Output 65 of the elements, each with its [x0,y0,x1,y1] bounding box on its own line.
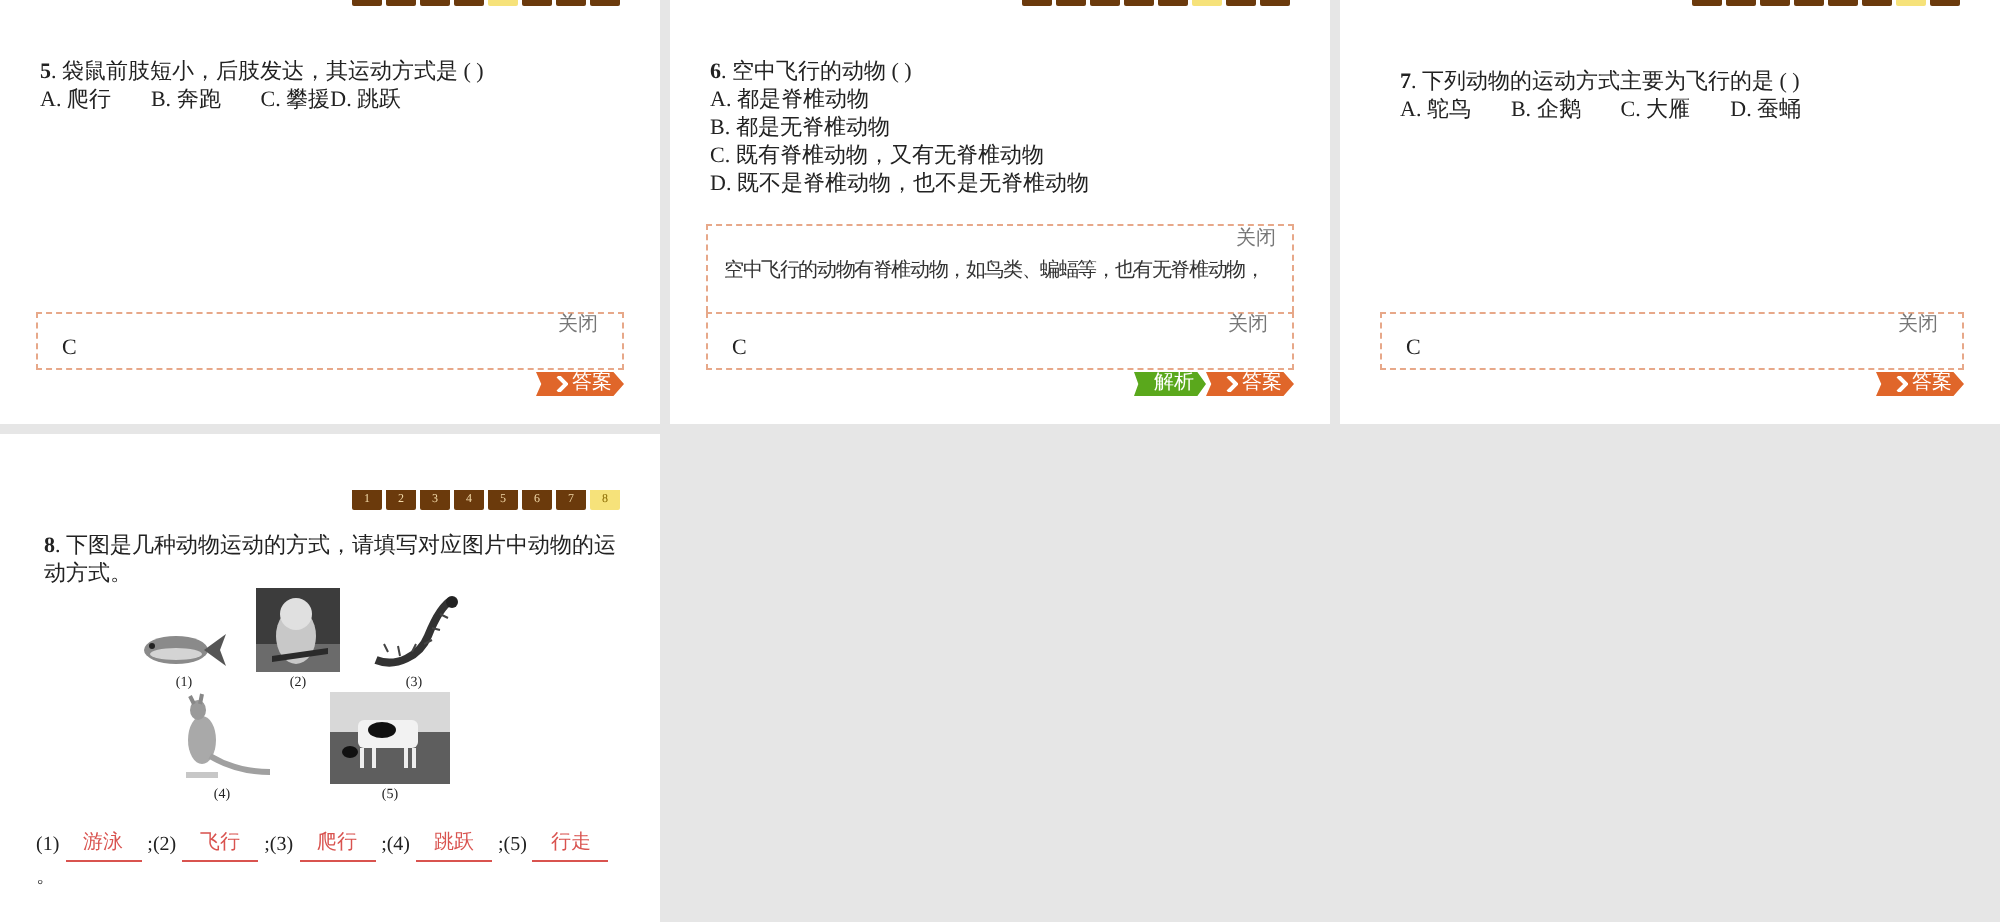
page-tab[interactable] [1056,0,1086,6]
page-tab[interactable] [488,0,518,6]
option-text: B. 奔跑 [150,86,221,114]
page-tab[interactable] [1692,0,1722,6]
page-tab[interactable] [352,0,382,6]
page-tab[interactable] [1896,0,1926,6]
fill-in-line: 行走 [532,828,609,862]
fill-in-line: 飞行 [182,828,259,862]
page-tab[interactable] [1930,0,1960,6]
page-tab[interactable] [1862,0,1892,6]
blank-label: ;(5) [498,832,527,860]
close-link[interactable]: 关闭 [1228,316,1268,336]
page-tab[interactable] [454,0,484,6]
page-tab[interactable] [420,0,450,6]
page-tab[interactable] [1158,0,1188,6]
page-tab[interactable] [590,0,620,6]
option-text: B. 都是无脊椎动物 [710,114,892,142]
option-text: C. 既有脊椎动物，又有无脊椎动物 [710,142,1046,170]
answer-button[interactable]: 答案 [1206,372,1294,396]
option-text: A. 爬行 [40,86,111,114]
page-tab[interactable] [1260,0,1290,6]
page-tab[interactable] [556,0,586,6]
option-text: A. 都是脊椎动物 [710,86,871,114]
close-link[interactable]: 关闭 [558,316,598,336]
page-tab[interactable] [1828,0,1858,6]
question-text: 5. 袋鼠前肢短小，后肢发达，其运动方式是 ( ) [40,58,486,86]
option-text: C. 大雁 [1620,96,1691,124]
analysis-text: 空中飞行的动物有脊椎动物，如鸟类、蝙蝠等，也有无脊椎动物， [724,258,1264,286]
option-text: D. 既不是脊椎动物，也不是无脊椎动物 [710,170,1091,198]
page-tab[interactable] [386,0,416,6]
fill-in-line: 游泳 [65,828,142,862]
sentence-end: 。 [36,864,56,892]
option-text: B. 企鹅 [1510,96,1581,124]
question-text: 6. 空中飞行的动物 ( ) [710,58,914,86]
blank-label: (1) [36,832,60,860]
question-text: 7. 下列动物的运动方式主要为飞行的是 ( ) [1400,68,1802,96]
option-text: D. 蚕蛹 [1730,96,1802,124]
page-tab[interactable] [1192,0,1222,6]
chevron-icon [1896,376,1908,392]
answer-text: C [62,336,79,360]
option-text: A. 鸵鸟 [1400,96,1471,124]
blank-label: ;(4) [381,832,411,860]
page-tab[interactable] [1726,0,1756,6]
answer-text: C [732,336,749,360]
page-tab[interactable] [1760,0,1790,6]
blank-label: ;(3) [264,832,294,860]
chevron-icon [556,376,568,392]
answer-button[interactable]: 答案 [1876,372,1964,396]
close-link[interactable]: 关闭 [1236,230,1276,250]
page-tab[interactable] [1226,0,1256,6]
answer-button[interactable]: 答案 [536,372,624,396]
page-tab[interactable] [1022,0,1052,6]
page-tab[interactable] [1794,0,1824,6]
fill-in-line: 爬行 [299,828,376,862]
page-tab[interactable] [1090,0,1120,6]
question-text: 8. 下图是几种动物运动的方式，请填写对应图片中动物的运动方式。 [42,531,618,588]
page-tab[interactable] [1124,0,1154,6]
option-text: C. 攀援D. 跳跃 [260,86,402,114]
blank-label: ;(2) [147,832,177,860]
page-tab[interactable] [522,0,552,6]
close-link[interactable]: 关闭 [1898,316,1938,336]
fill-in-line: 跳跃 [416,828,493,862]
chevron-icon [1226,376,1238,392]
answer-text: C [1406,336,1423,360]
analysis-button[interactable]: 解析 [1134,372,1206,396]
